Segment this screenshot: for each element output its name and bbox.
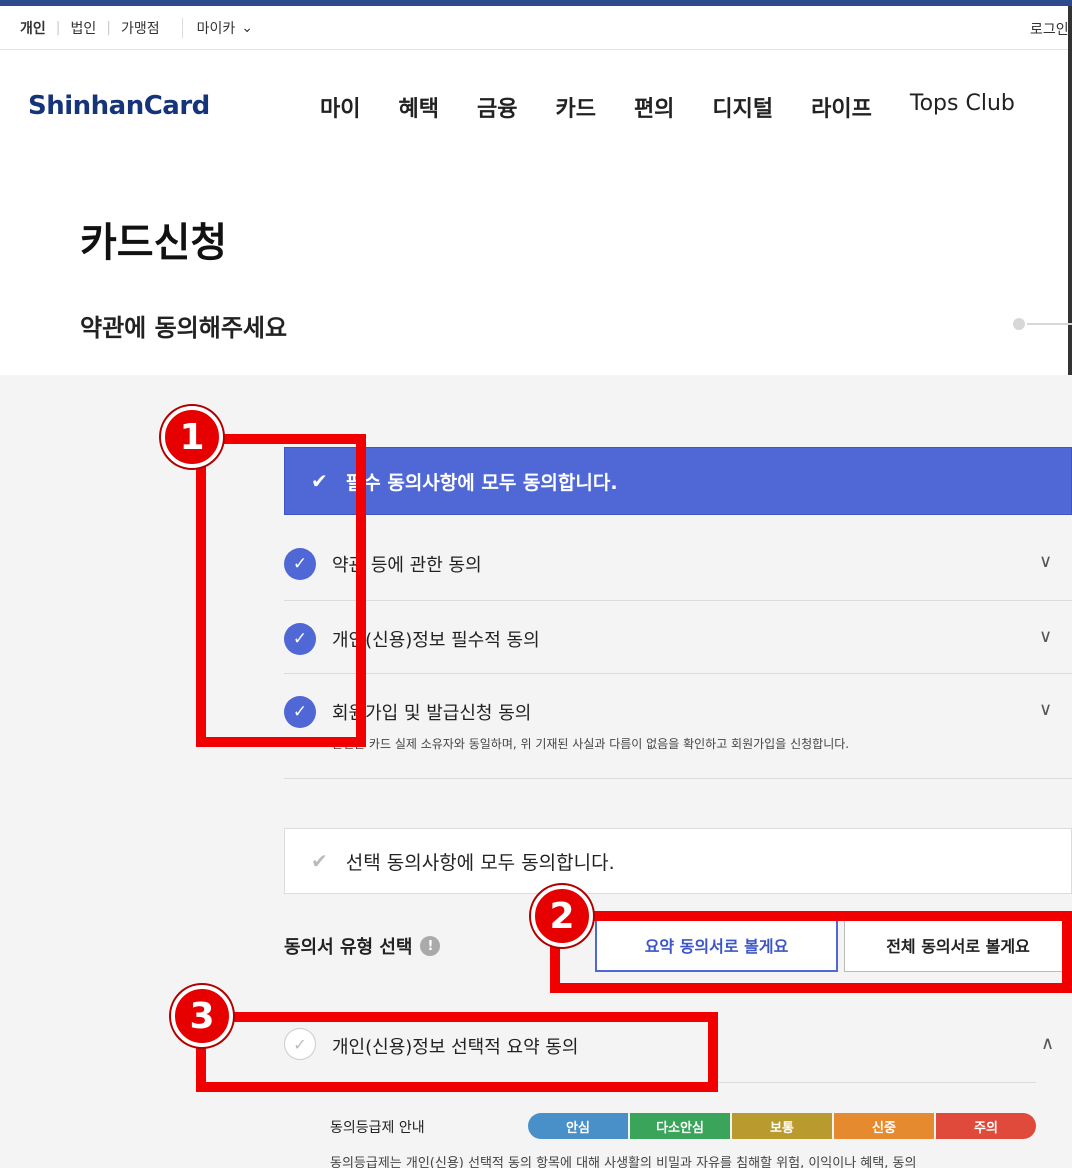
agree-item-membership[interactable]: ✓ 회원가입 및 발급신청 동의 ∨ 본인은 카드 실제 소유자와 동일하며, … xyxy=(284,674,1072,779)
info-icon[interactable]: ! xyxy=(420,936,441,956)
agree-item-personal-info[interactable]: ✓ 개인(신용)정보 필수적 동의 ∨ xyxy=(284,601,1072,674)
grade-description: 동의등급제는 개인(신용) 선택적 동의 항목에 대해 사생활의 비밀과 자유를… xyxy=(330,1156,917,1168)
chevron-up-icon[interactable]: ∧ xyxy=(1041,1033,1054,1054)
agree-all-required-button[interactable]: ✔ 필수 동의사항에 모두 동의합니다. xyxy=(284,447,1072,515)
grade-level: 주의 xyxy=(936,1113,1036,1139)
grade-guide-label: 동의등급제 안내 xyxy=(330,1120,425,1136)
chevron-down-icon[interactable]: ∨ xyxy=(1039,626,1052,647)
section-title: 약관에 동의해주세요 xyxy=(80,314,288,342)
utility-bar: 개인 | 법인 | 가맹점 마이카 ⌄ 로그인 xyxy=(0,6,1072,50)
gnb-menu: 마이 혜택 금융 카드 편의 디지털 라이프 Tops Club xyxy=(320,91,1015,123)
chevron-down-icon: ⌄ xyxy=(241,19,253,36)
gnb-item-card[interactable]: 카드 xyxy=(555,91,595,123)
grade-level: 신중 xyxy=(834,1113,936,1139)
gnb-item-finance[interactable]: 금융 xyxy=(477,91,517,123)
chevron-down-icon[interactable]: ∨ xyxy=(1039,551,1052,572)
customer-type-tabs: 개인 | 법인 | 가맹점 xyxy=(0,18,170,38)
gnb-item-my[interactable]: 마이 xyxy=(320,91,360,123)
page-title: 카드신청 xyxy=(80,220,228,266)
global-nav: ShinhanCard 마이 혜택 금융 카드 편의 디지털 라이프 Tops … xyxy=(0,51,1072,161)
highlight-box-consent-buttons xyxy=(550,911,1072,993)
tab-personal[interactable]: 개인 xyxy=(10,18,56,38)
step-indicator-line xyxy=(1027,323,1072,325)
agree-item-description: 본인은 카드 실제 소유자와 동일하며, 위 기재된 사실과 다름이 없음을 확… xyxy=(332,737,850,751)
gnb-item-life[interactable]: 라이프 xyxy=(811,91,872,123)
grade-level: 다소안심 xyxy=(630,1113,732,1139)
annotation-badge-3: 3 xyxy=(171,985,233,1047)
login-link[interactable]: 로그인 xyxy=(1030,19,1069,39)
grade-level: 보통 xyxy=(732,1113,834,1139)
consent-type-text: 동의서 유형 선택 xyxy=(284,937,413,958)
check-icon: ✔ xyxy=(311,849,328,873)
consent-grade-bar: 안심 다소안심 보통 신중 주의 xyxy=(528,1113,1036,1139)
annotation-badge-2: 2 xyxy=(531,885,593,947)
gnb-item-convenience[interactable]: 편의 xyxy=(634,91,674,123)
grade-level: 안심 xyxy=(528,1113,630,1139)
chevron-down-icon[interactable]: ∨ xyxy=(1039,699,1052,720)
agree-item-terms[interactable]: ✓ 약관 등에 관한 동의 ∨ xyxy=(284,520,1072,601)
shinhancard-logo[interactable]: ShinhanCard xyxy=(28,91,210,121)
myca-dropdown[interactable]: 마이카 ⌄ xyxy=(181,17,253,38)
agree-all-optional-label: 선택 동의사항에 모두 동의합니다. xyxy=(345,851,615,874)
tab-merchant[interactable]: 가맹점 xyxy=(111,18,170,38)
tab-corporate[interactable]: 법인 xyxy=(60,18,106,38)
gnb-item-benefits[interactable]: 혜택 xyxy=(398,91,438,123)
annotation-badge-1: 1 xyxy=(161,406,223,468)
highlight-box-required-checks xyxy=(196,434,366,747)
consent-type-label: 동의서 유형 선택 ! xyxy=(284,933,441,959)
highlight-box-optional-item xyxy=(196,1012,718,1092)
gnb-item-tops-club[interactable]: Tops Club xyxy=(910,91,1015,123)
myca-label: 마이카 xyxy=(196,20,236,37)
gnb-item-digital[interactable]: 디지털 xyxy=(712,91,773,123)
agree-all-optional-button[interactable]: ✔ 선택 동의사항에 모두 동의합니다. xyxy=(284,828,1072,894)
step-indicator-dot xyxy=(1013,318,1025,330)
agree-all-required-label: 필수 동의사항에 모두 동의합니다. xyxy=(345,471,618,494)
